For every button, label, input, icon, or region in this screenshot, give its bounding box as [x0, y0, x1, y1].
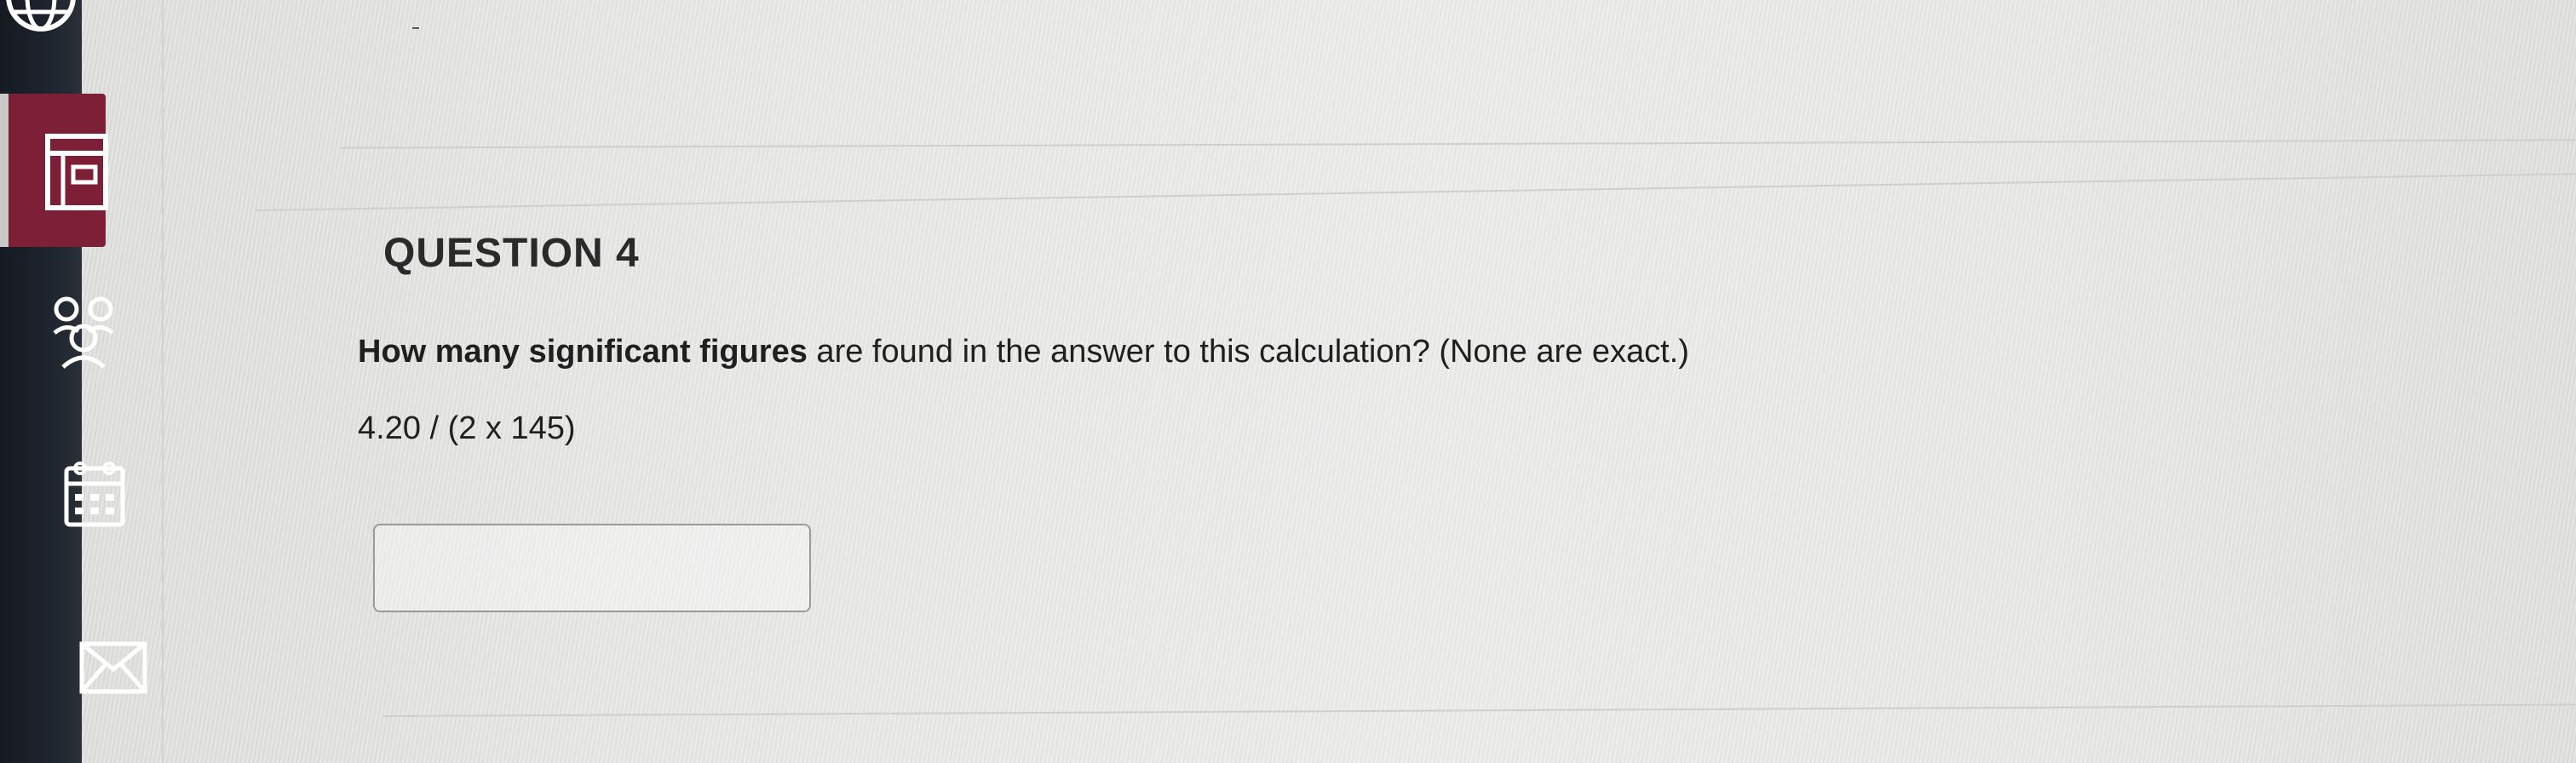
answer-input[interactable] — [373, 524, 811, 612]
institution-page-icon[interactable] — [44, 133, 109, 211]
calendar-icon[interactable] — [63, 460, 126, 528]
content-area — [162, 0, 2576, 763]
divider-mark — [412, 27, 419, 29]
question-expression: 4.20 / (2 x 145) — [358, 410, 576, 446]
question-prompt: How many significant figures are found i… — [358, 334, 1689, 370]
community-icon[interactable] — [48, 294, 119, 370]
page-background: QUESTION 4 How many significant figures … — [0, 0, 2576, 763]
question-title: QUESTION 4 — [383, 231, 640, 276]
mail-icon[interactable] — [78, 640, 148, 695]
question-prompt-rest: are found in the answer to this calculat… — [807, 334, 1689, 370]
question-prompt-emphasis: How many significant figures — [358, 334, 808, 370]
globe-icon[interactable] — [3, 0, 78, 36]
